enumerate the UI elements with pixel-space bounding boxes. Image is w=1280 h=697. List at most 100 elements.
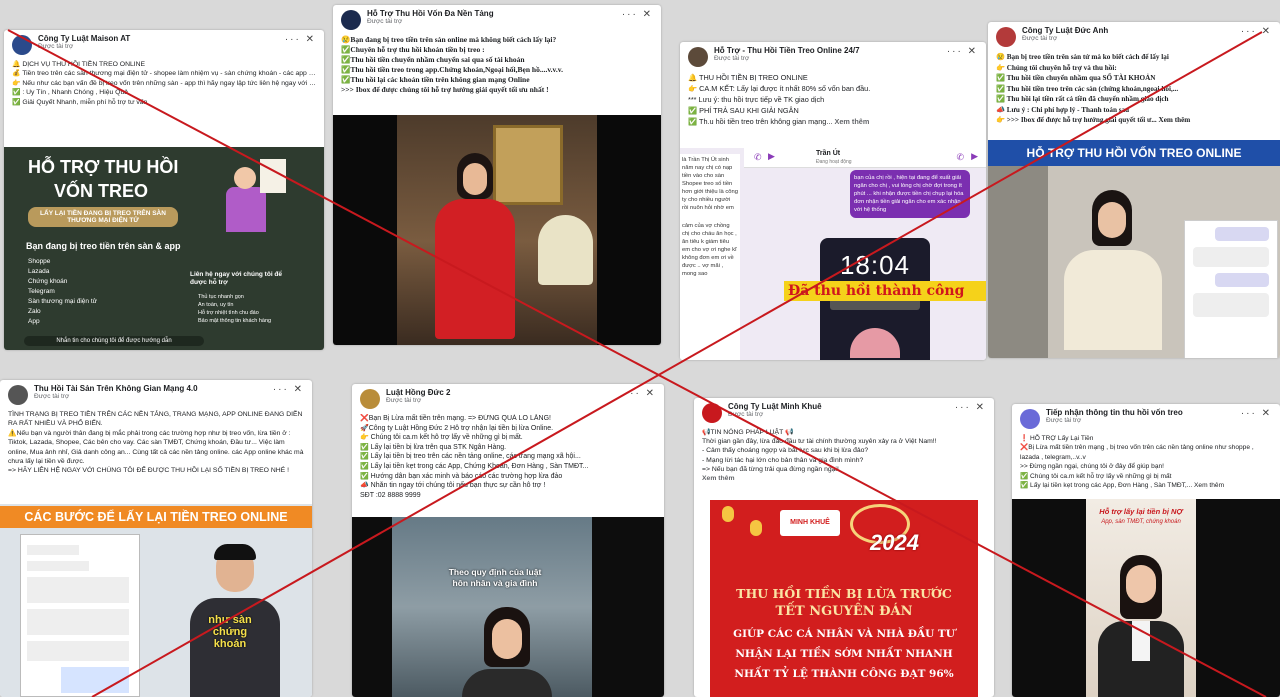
page-name[interactable]: Luật Hồng Đức 2: [386, 388, 656, 397]
close-icon[interactable]: ✕: [294, 384, 304, 395]
page-avatar[interactable]: [688, 47, 708, 67]
page-avatar[interactable]: [996, 27, 1016, 47]
video-icon[interactable]: ▶: [971, 151, 978, 162]
page-name[interactable]: Hỗ Trợ Thu Hồi Vốn Đa Nền Tảng: [367, 9, 653, 18]
call-icon[interactable]: ✆: [956, 152, 964, 163]
sponsored-label: Được tài trợ: [386, 397, 422, 404]
card-header: Công Ty Luật Đức Anh Được tài trợ ··· ✕: [988, 22, 1280, 52]
headline-2: TẾT NGUYÊN ĐÁN: [775, 604, 913, 619]
lantern-icon: [750, 520, 762, 536]
sponsored-label: Được tài trợ: [34, 393, 70, 400]
more-options-icon[interactable]: ···: [1241, 408, 1257, 419]
ad-banner[interactable]: HỖ TRỢ THU HỒI VỐN TREO LẤY LẠI TIỀN ĐAN…: [4, 147, 324, 350]
sponsored-label: Được tài trợ: [1022, 35, 1058, 42]
post-text: 📢TIN NÓNG PHÁP LUẬT 📢 Thời gian gần đây,…: [694, 428, 994, 483]
step-item: Bảo mật thông tin khách hàng: [198, 318, 272, 324]
ad-banner[interactable]: MINH KHUÊ 2024 THU HỒI TIỀN BỊ LỪA TRƯỚC…: [710, 500, 978, 697]
ad-video[interactable]: Hỗ trợ lấy lại tiền bị NỢ App, sàn TMĐT,…: [1012, 499, 1280, 697]
ad-video[interactable]: CÁC BƯỚC ĐỂ LẤY LẠI TIỀN TREO ONLINE như…: [0, 504, 312, 697]
sponsored-label: Được tài trợ: [367, 18, 403, 25]
more-options-icon[interactable]: ···: [955, 402, 971, 413]
card-header: Hỗ Trợ Thu Hồi Vốn Đa Nền Tảng Được tài …: [333, 5, 661, 35]
more-options-icon[interactable]: ···: [947, 46, 963, 57]
close-icon[interactable]: ✕: [976, 402, 986, 413]
page-avatar[interactable]: [12, 35, 32, 55]
platform-list: Shoppe Lazada Chứng khoán Telegram Sàn t…: [28, 257, 97, 327]
post-line: 👉 Chúng tôi ca.m kết hỗ trợ lấy về những…: [360, 434, 523, 442]
banner-footer: Nhắn tin cho chúng tôi để được hướng dẫn: [24, 336, 204, 346]
list-item: Zalo: [28, 308, 41, 315]
page-avatar[interactable]: [1020, 409, 1040, 429]
step-item: An toàn, uy tín: [198, 302, 234, 308]
sponsored-label: Được tài trợ: [1046, 417, 1082, 424]
ad-collage[interactable]: là Trần Thị Út sinh năm nay chị có nạp t…: [680, 148, 986, 360]
post-line: ❗ HỖ TRỢ Lấy Lại Tiền: [1020, 435, 1094, 442]
clock: 18:04: [839, 250, 911, 280]
post-line: ✅ Chúng tôi ca.m kết hỗ trợ lấy về những…: [1020, 472, 1172, 480]
close-icon[interactable]: ✕: [968, 46, 978, 57]
close-icon[interactable]: ✕: [1262, 26, 1272, 37]
sponsored-label: Được tài trợ: [714, 55, 750, 62]
chat-name: Trần Út: [816, 150, 841, 157]
post-line: ✅ Lấy lại tiền kẹt trong các App, Chứng …: [360, 462, 589, 470]
more-options-icon[interactable]: ···: [625, 388, 641, 399]
chat-header: ✆ ▶ Trần Út Đang hoạt động ✆ ▶: [744, 148, 986, 168]
page-name[interactable]: Công Ty Luật Maison AT: [38, 34, 316, 43]
list-item: Telegram: [28, 288, 55, 295]
close-icon[interactable]: ✕: [306, 34, 316, 45]
banner-subtitle: Bạn đang bị treo tiền trên sàn & app: [26, 241, 181, 251]
banner-pill: LẤY LẠI TIỀN ĐANG BỊ TREO TRÊN SÀN THƯƠN…: [28, 207, 178, 227]
page-name[interactable]: Hỗ Trợ - Thu Hồi Tiền Treo Online 24/7: [714, 46, 978, 55]
post-line: ✅ Hướng dẫn bạn xác minh và báo cáo các …: [360, 472, 563, 480]
post-line: 💰 Tiền treo trên các sàn thương mại điện…: [12, 70, 316, 78]
post-line: ✅ Thu hồi tiền treo trên các sàn (chứng …: [996, 84, 1179, 93]
presenter: [1058, 190, 1168, 358]
post-line: 😢 Bạn bị treo tiền trên sàn tử mà ko biế…: [996, 53, 1169, 61]
card-header: Hỗ Trợ - Thu Hồi Tiền Treo Online 24/7 Đ…: [680, 42, 986, 72]
sponsored-label: Được tài trợ: [38, 43, 74, 50]
page-name[interactable]: Tiếp nhận thông tin thu hồi vốn treo: [1046, 408, 1272, 417]
call-icon[interactable]: ✆: [754, 152, 762, 163]
chat-screenshot: [1184, 220, 1278, 358]
chat-left: là Trần Thị Út sinh năm nay chị có nạp t…: [680, 154, 740, 360]
more-options-icon[interactable]: ···: [285, 34, 301, 45]
banner-title: CÁC BƯỚC ĐỂ LẤY LẠI TIỀN TREO ONLINE: [0, 506, 312, 528]
close-icon[interactable]: ✕: [643, 9, 653, 20]
page-avatar[interactable]: [341, 10, 361, 30]
post-line: - Cảm thấy choáng ngợp và bất lực sau kh…: [702, 447, 869, 455]
more-options-icon[interactable]: ···: [622, 9, 638, 20]
ad-video[interactable]: Theo quy định của luật hôn nhân và gia đ…: [352, 517, 664, 697]
ad-video[interactable]: HỖ TRỢ THU HỒI VỐN TREO ONLINE: [988, 140, 1280, 358]
ad-video[interactable]: [333, 115, 661, 345]
video-icon[interactable]: ▶: [768, 151, 775, 162]
step-item: Hỗ trợ nhiệt tình chu đáo: [198, 310, 259, 316]
post-text: TÌNH TRẠNG BỊ TREO TIỀN TRÊN CÁC NỀN TẢN…: [0, 410, 312, 500]
subline-3: NHẤT TỶ LỆ THÀNH CÔNG ĐẠT 96%: [734, 668, 954, 680]
page-avatar[interactable]: [702, 403, 722, 423]
card-controls: ··· ✕: [285, 34, 316, 45]
page-name[interactable]: Công Ty Luật Minh Khuê: [728, 402, 986, 411]
see-more-link[interactable]: Xem thêm: [702, 474, 986, 483]
more-options-icon[interactable]: ···: [1241, 26, 1257, 37]
post-line: 😢Bạn đang bị treo tiền trên sàn online m…: [341, 35, 557, 44]
page-avatar[interactable]: [8, 385, 28, 405]
card-controls: ··· ✕: [955, 402, 986, 413]
close-icon[interactable]: ✕: [646, 388, 656, 399]
more-options-icon[interactable]: ···: [273, 384, 289, 395]
banner-line-1: Hỗ trợ lấy lại tiền bị NỢ: [1099, 507, 1183, 516]
post-line: >> Đừng ngần ngại, chúng tôi ở đây để gi…: [1020, 463, 1165, 471]
close-icon[interactable]: ✕: [1262, 408, 1272, 419]
card-controls: ··· ✕: [1241, 26, 1272, 37]
post-line: ✅Thu hồi tiền treo trong app.Chứng khoán…: [341, 65, 563, 74]
post-line: 🚀Công ty Luật Hồng Đức 2 Hỗ trợ nhận lại…: [360, 424, 554, 432]
page-name[interactable]: Công Ty Luật Đức Anh: [1022, 26, 1272, 35]
subline-1: GIÚP CÁC CÁ NHÂN VÀ NHÀ ĐẦU TƯ: [733, 628, 955, 640]
see-more-link[interactable]: Xem thêm: [834, 117, 869, 126]
card-header: Thu Hồi Tài Sản Trên Không Gian Mạng 4.0…: [0, 380, 312, 410]
post-line: => Nếu bạn đã từng trải qua đừng ngần ng…: [702, 465, 839, 473]
post-text: ❌Bạn Bị Lừa mất tiền trên mạng. => ĐỪNG …: [352, 414, 664, 500]
page-name[interactable]: Thu Hồi Tài Sản Trên Không Gian Mạng 4.0: [34, 384, 304, 393]
page-avatar[interactable]: [360, 389, 380, 409]
post-line: ✅ Thu hồi lại tiền rất cả tiền đã chuyển…: [996, 95, 1169, 103]
post-line: ✅Thu hồi tiền chuyển nhầm chuyển sai qua…: [341, 55, 525, 64]
